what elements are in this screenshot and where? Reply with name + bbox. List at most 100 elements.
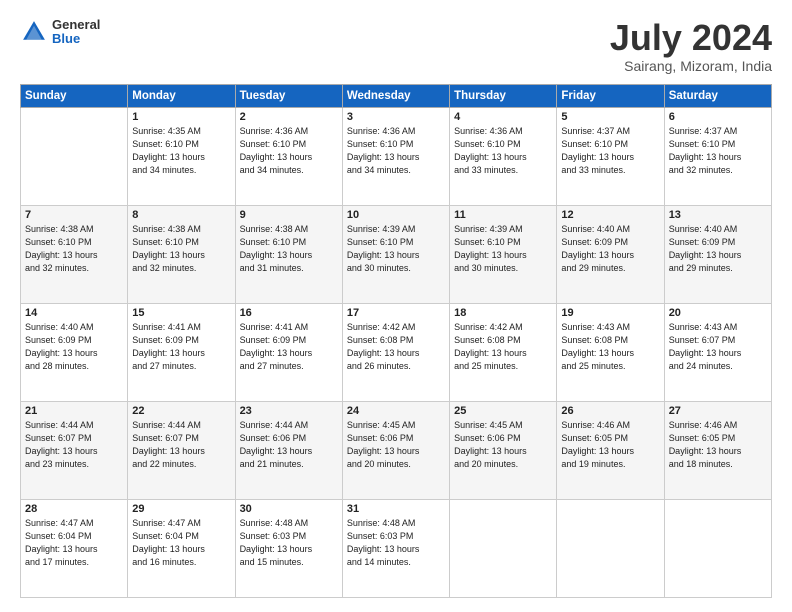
day-info: Sunrise: 4:44 AMSunset: 6:07 PMDaylight:… [25, 419, 123, 471]
day-number: 9 [240, 209, 338, 221]
day-number: 31 [347, 503, 445, 515]
day-number: 2 [240, 111, 338, 123]
calendar-day-cell: 1Sunrise: 4:35 AMSunset: 6:10 PMDaylight… [128, 107, 235, 205]
calendar-week-row: 28 Sunrise: 4:47 AMSunset: 6:04 PMDayligh… [21, 499, 772, 597]
weekday-header-cell: Saturday [664, 84, 771, 107]
calendar-day-cell: 31Sunrise: 4:48 AMSunset: 6:03 PMDayligh… [342, 499, 449, 597]
calendar-day-cell: 14 Sunrise: 4:40 AMSunset: 6:09 PMDayligh… [21, 303, 128, 401]
calendar-day-cell: 28Sunrise: 4:47 AMSunset: 6:04 PMDayligh… [21, 499, 128, 597]
day-number: 29 [132, 503, 230, 515]
calendar-day-cell: 17 Sunrise: 4:42 AMSunset: 6:08 PMDayligh… [342, 303, 449, 401]
day-info: Sunrise: 4:40 AMSunset: 6:09 PMDaylight:… [669, 223, 767, 275]
day-number: 30 [240, 503, 338, 515]
calendar-week-row: 14 Sunrise: 4:40 AMSunset: 6:09 PMDayligh… [21, 303, 772, 401]
day-number: 25 [454, 405, 552, 417]
weekday-header-cell: Sunday [21, 84, 128, 107]
calendar-day-cell: 23Sunrise: 4:44 AMSunset: 6:06 PMDayligh… [235, 401, 342, 499]
day-info: Sunrise: 4:41 AMSunset: 6:09 PMDaylight:… [132, 321, 230, 373]
day-info: Sunrise: 4:43 AMSunset: 6:08 PMDaylight:… [561, 321, 659, 373]
day-info: Sunrise: 4:44 AMSunset: 6:06 PMDaylight:… [240, 419, 338, 471]
weekday-header-cell: Wednesday [342, 84, 449, 107]
day-number: 8 [132, 209, 230, 221]
day-number: 1 [132, 111, 230, 123]
calendar-day-cell [450, 499, 557, 597]
day-info: Sunrise: 4:44 AMSunset: 6:07 PMDaylight:… [132, 419, 230, 471]
day-info: Sunrise: 4:46 AMSunset: 6:05 PMDaylight:… [669, 419, 767, 471]
day-info: Sunrise: 4:41 AMSunset: 6:09 PMDaylight:… [240, 321, 338, 373]
day-number: 14 [25, 307, 123, 319]
day-number: 27 [669, 405, 767, 417]
calendar-table: SundayMondayTuesdayWednesdayThursdayFrid… [20, 84, 772, 598]
calendar-day-cell: 8 Sunrise: 4:38 AMSunset: 6:10 PMDaylight… [128, 205, 235, 303]
calendar-day-cell: 30 Sunrise: 4:48 AMSunset: 6:03 PMDayligh… [235, 499, 342, 597]
day-number: 13 [669, 209, 767, 221]
logo-text: General Blue [52, 18, 100, 47]
day-number: 21 [25, 405, 123, 417]
day-info: Sunrise: 4:48 AMSunset: 6:03 PMDaylight:… [240, 517, 338, 569]
day-number: 19 [561, 307, 659, 319]
weekday-header-cell: Monday [128, 84, 235, 107]
calendar-day-cell: 12Sunrise: 4:40 AMSunset: 6:09 PMDayligh… [557, 205, 664, 303]
day-info: Sunrise: 4:36 AMSunset: 6:10 PMDaylight:… [347, 125, 445, 177]
calendar-day-cell: 11Sunrise: 4:39 AMSunset: 6:10 PMDayligh… [450, 205, 557, 303]
weekday-header-cell: Friday [557, 84, 664, 107]
day-number: 24 [347, 405, 445, 417]
day-info: Sunrise: 4:36 AMSunset: 6:10 PMDaylight:… [454, 125, 552, 177]
day-info: Sunrise: 4:39 AMSunset: 6:10 PMDaylight:… [454, 223, 552, 275]
logo-blue: Blue [52, 32, 100, 46]
calendar-day-cell: 26Sunrise: 4:46 AMSunset: 6:05 PMDayligh… [557, 401, 664, 499]
day-number: 26 [561, 405, 659, 417]
calendar-day-cell [557, 499, 664, 597]
calendar-day-cell: 15 Sunrise: 4:41 AMSunset: 6:09 PMDayligh… [128, 303, 235, 401]
day-info: Sunrise: 4:45 AMSunset: 6:06 PMDaylight:… [454, 419, 552, 471]
calendar-day-cell [21, 107, 128, 205]
day-number: 28 [25, 503, 123, 515]
logo-icon [20, 18, 48, 46]
main-title: July 2024 [610, 18, 772, 58]
weekday-header-cell: Thursday [450, 84, 557, 107]
calendar-day-cell: 29 Sunrise: 4:47 AMSunset: 6:04 PMDayligh… [128, 499, 235, 597]
logo: General Blue [20, 18, 100, 47]
day-number: 18 [454, 307, 552, 319]
day-number: 12 [561, 209, 659, 221]
calendar-day-cell: 4 Sunrise: 4:36 AMSunset: 6:10 PMDaylight… [450, 107, 557, 205]
calendar-day-cell: 3 Sunrise: 4:36 AMSunset: 6:10 PMDaylight… [342, 107, 449, 205]
calendar-week-row: 21 Sunrise: 4:44 AMSunset: 6:07 PMDayligh… [21, 401, 772, 499]
day-info: Sunrise: 4:38 AMSunset: 6:10 PMDaylight:… [240, 223, 338, 275]
calendar-day-cell: 13 Sunrise: 4:40 AMSunset: 6:09 PMDayligh… [664, 205, 771, 303]
day-info: Sunrise: 4:40 AMSunset: 6:09 PMDaylight:… [25, 321, 123, 373]
logo-general: General [52, 18, 100, 32]
day-number: 5 [561, 111, 659, 123]
calendar-week-row: 1Sunrise: 4:35 AMSunset: 6:10 PMDaylight… [21, 107, 772, 205]
subtitle: Sairang, Mizoram, India [610, 58, 772, 74]
day-info: Sunrise: 4:47 AMSunset: 6:04 PMDaylight:… [132, 517, 230, 569]
day-info: Sunrise: 4:36 AMSunset: 6:10 PMDaylight:… [240, 125, 338, 177]
calendar-day-cell: 6Sunrise: 4:37 AMSunset: 6:10 PMDaylight… [664, 107, 771, 205]
day-number: 10 [347, 209, 445, 221]
day-number: 4 [454, 111, 552, 123]
calendar-day-cell: 5 Sunrise: 4:37 AMSunset: 6:10 PMDaylight… [557, 107, 664, 205]
calendar-body: 1Sunrise: 4:35 AMSunset: 6:10 PMDaylight… [21, 107, 772, 597]
day-number: 20 [669, 307, 767, 319]
day-info: Sunrise: 4:42 AMSunset: 6:08 PMDaylight:… [347, 321, 445, 373]
day-info: Sunrise: 4:45 AMSunset: 6:06 PMDaylight:… [347, 419, 445, 471]
calendar-day-cell: 24 Sunrise: 4:45 AMSunset: 6:06 PMDayligh… [342, 401, 449, 499]
calendar-day-cell: 21 Sunrise: 4:44 AMSunset: 6:07 PMDayligh… [21, 401, 128, 499]
calendar-day-cell: 9 Sunrise: 4:38 AMSunset: 6:10 PMDaylight… [235, 205, 342, 303]
day-info: Sunrise: 4:38 AMSunset: 6:10 PMDaylight:… [132, 223, 230, 275]
calendar-day-cell: 19 Sunrise: 4:43 AMSunset: 6:08 PMDayligh… [557, 303, 664, 401]
day-number: 7 [25, 209, 123, 221]
day-info: Sunrise: 4:39 AMSunset: 6:10 PMDaylight:… [347, 223, 445, 275]
calendar-day-cell [664, 499, 771, 597]
day-number: 17 [347, 307, 445, 319]
day-number: 3 [347, 111, 445, 123]
calendar-day-cell: 22 Sunrise: 4:44 AMSunset: 6:07 PMDayligh… [128, 401, 235, 499]
header: General Blue July 2024 Sairang, Mizoram,… [20, 18, 772, 74]
day-info: Sunrise: 4:42 AMSunset: 6:08 PMDaylight:… [454, 321, 552, 373]
weekday-header-cell: Tuesday [235, 84, 342, 107]
day-number: 6 [669, 111, 767, 123]
day-number: 15 [132, 307, 230, 319]
page: General Blue July 2024 Sairang, Mizoram,… [0, 0, 792, 612]
day-info: Sunrise: 4:37 AMSunset: 6:10 PMDaylight:… [561, 125, 659, 177]
day-number: 22 [132, 405, 230, 417]
